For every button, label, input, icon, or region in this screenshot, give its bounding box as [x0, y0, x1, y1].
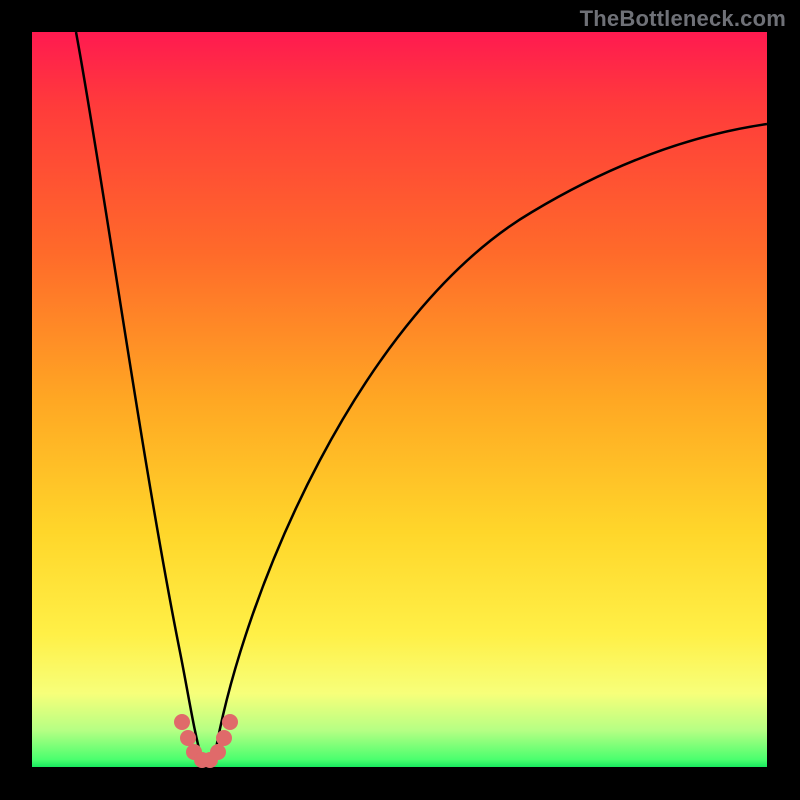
curve-layer: [32, 32, 767, 767]
curve-left-branch: [76, 32, 202, 760]
marker-cluster: [174, 714, 238, 768]
outer-frame: TheBottleneck.com: [0, 0, 800, 800]
plot-area: [32, 32, 767, 767]
curve-right-branch: [214, 124, 767, 760]
attribution-watermark: TheBottleneck.com: [580, 6, 786, 32]
